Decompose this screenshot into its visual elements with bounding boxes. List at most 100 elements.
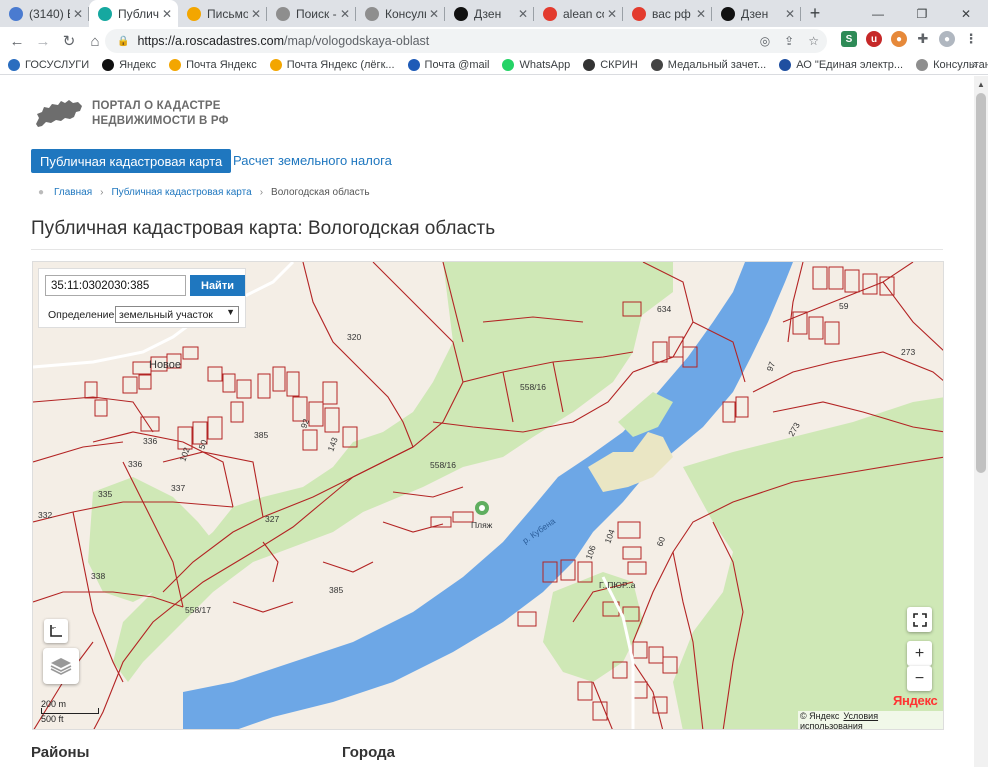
page-title: Публичная кадастровая карта: Вологодская… [31,218,496,239]
tab-close-icon[interactable]: ✕ [696,7,706,21]
bookmark-item[interactable]: Почта Яндекс [169,58,257,71]
bookmark-favicon-icon [502,58,515,71]
bookmark-favicon-icon [102,58,115,71]
page-scrollbar[interactable]: ▲ [974,76,988,767]
nav-land-tax-calculation[interactable]: Расчет земельного налога [233,153,392,168]
map-label: 59 [839,301,849,311]
tab-strip: (3140) Вх✕Публичная✕Письмо -✕Поиск - К✕К… [0,0,988,27]
cadastral-number-input[interactable] [45,275,186,296]
tab-close-icon[interactable]: ✕ [251,7,261,21]
url-domain: https://a.roscadastres.com [137,34,285,48]
tab-title: Письмо - [207,6,248,21]
browser-tab[interactable]: Консульт✕ [356,0,445,27]
restore-icon[interactable]: ❐ [900,0,944,27]
profile-avatar-icon[interactable]: ● [939,31,955,47]
map-label: 385 [329,585,343,595]
map-label: 634 [657,304,671,314]
breadcrumb-cadastral-map[interactable]: Публичная кадастровая карта [111,187,251,198]
new-tab-button[interactable]: + [801,0,829,27]
extension-face-icon[interactable]: ● [891,31,907,47]
tab-close-icon[interactable]: ✕ [518,7,528,21]
share-icon[interactable]: ⇪ [784,34,794,48]
bookmark-item[interactable]: Почта @mail [407,58,489,71]
bookmark-star-icon[interactable]: ☆ [808,34,819,48]
browser-tab[interactable]: вас рф ка✕ [623,0,712,27]
bookmark-item[interactable]: Яндекс [102,58,157,71]
bookmark-item[interactable]: WhatsApp [502,58,571,71]
tab-close-icon[interactable]: ✕ [340,7,350,21]
breadcrumb-separator-icon: › [100,187,104,198]
scrollbar-thumb[interactable] [976,93,986,473]
bookmark-item[interactable]: ГОСУСЛУГИ [8,58,89,71]
map-canvas[interactable]: 320 558/16 558/16 634 59 273 336 336 337 335 332 33… [33,262,944,730]
bookmark-favicon-icon [169,58,182,71]
extension-s-icon[interactable]: S [841,31,857,47]
tab-close-icon[interactable]: ✕ [429,7,439,21]
bookmark-item[interactable]: СКРИН [583,58,638,71]
find-button[interactable]: Найти [190,275,245,296]
title-divider [31,249,943,250]
breadcrumb-home[interactable]: Главная [54,187,92,198]
logo-line-2: НЕДВИЖИМОСТИ В РФ [92,115,229,127]
russia-map-logo-icon [36,100,82,127]
tab-favicon-icon [276,6,290,21]
bookmark-label: СКРИН [600,58,638,71]
search-panel: Найти Определение: земельный участок ▼ [38,268,246,328]
lock-icon: 🔒 [117,35,130,47]
tab-close-icon[interactable]: ✕ [73,7,83,21]
definition-select[interactable]: земельный участок ▼ [115,306,239,323]
zoom-out-button[interactable]: − [907,666,932,691]
yandex-logo[interactable]: Яндекс [893,693,938,708]
map-label: 273 [901,347,915,357]
browser-tab[interactable]: Письмо -✕ [178,0,267,27]
ublock-icon[interactable]: u [866,31,882,47]
bookmark-label: Почта Яндекс [186,58,257,71]
cadastral-map[interactable]: 320 558/16 558/16 634 59 273 336 336 337 335 332 33… [32,261,944,730]
browser-tab[interactable]: alean coll✕ [534,0,623,27]
browser-tab[interactable]: Публичная✕ [89,0,178,27]
map-attribution: © Яндекс Условия использования [798,711,943,729]
bookmark-favicon-icon [650,58,663,71]
bookmark-item[interactable]: АО "Единая электр... [779,58,904,71]
site-logo[interactable]: ПОРТАЛ О КАДАСТРЕ НЕДВИЖИМОСТИ В РФ [34,98,229,130]
tab-close-icon[interactable]: ✕ [785,7,795,21]
reload-icon[interactable]: ↻ [56,28,82,54]
tab-favicon-icon [454,6,468,21]
bookmark-label: Яндекс [119,58,157,71]
map-label: Пляж [471,520,493,530]
bookmark-item[interactable]: Медальный зачет... [650,58,767,71]
bookmarks-overflow-icon[interactable]: » [971,57,978,71]
map-label: 338 [91,571,105,581]
logo-text: ПОРТАЛ О КАДАСТРЕ НЕДВИЖИМОСТИ В РФ [92,99,229,129]
browser-tab[interactable]: Поиск - К✕ [267,0,356,27]
browser-tab[interactable]: Дзен ✕ [712,0,801,27]
bookmark-label: Медальный зачет... [667,58,767,71]
logo-line-1: ПОРТАЛ О КАДАСТРЕ [92,100,221,112]
close-window-icon[interactable]: ✕ [944,0,988,27]
browser-tab[interactable]: (3140) Вх✕ [0,0,89,27]
tab-title: Дзен [741,6,769,21]
browser-tab[interactable]: Дзен ✕ [445,0,534,27]
forward-arrow-icon[interactable]: → [30,28,56,54]
bookmark-label: АО "Единая электр... [796,58,904,71]
back-arrow-icon[interactable]: ← [4,28,30,54]
bookmark-label: WhatsApp [519,58,571,71]
zoom-in-button[interactable]: + [907,641,932,666]
map-label: 336 [143,436,157,446]
fullscreen-icon[interactable] [907,607,932,632]
nav-public-cadastral-map[interactable]: Публичная кадастровая карта [31,149,232,173]
scroll-up-icon[interactable]: ▲ [977,80,985,89]
tracking-off-icon[interactable]: ◎ [760,34,770,48]
ruler-icon[interactable] [44,619,68,643]
omnibox-actions: ◎ ⇪ ☆ [760,34,819,48]
layers-icon[interactable] [43,648,79,684]
address-bar[interactable]: 🔒 https://a.roscadastres.com/map/vologod… [105,29,827,53]
menu-kebab-icon[interactable]: ⋮ [963,31,979,47]
tab-close-icon[interactable]: ✕ [607,7,617,21]
tab-close-icon[interactable]: ✕ [162,7,172,21]
minimize-icon[interactable]: — [856,0,900,27]
tab-title: alean coll [563,6,604,21]
breadcrumb: ● Главная › Публичная кадастровая карта … [38,187,370,198]
puzzle-icon[interactable]: ✚ [915,31,931,47]
bookmark-item[interactable]: Почта Яндекс (лёгк... [269,58,395,71]
